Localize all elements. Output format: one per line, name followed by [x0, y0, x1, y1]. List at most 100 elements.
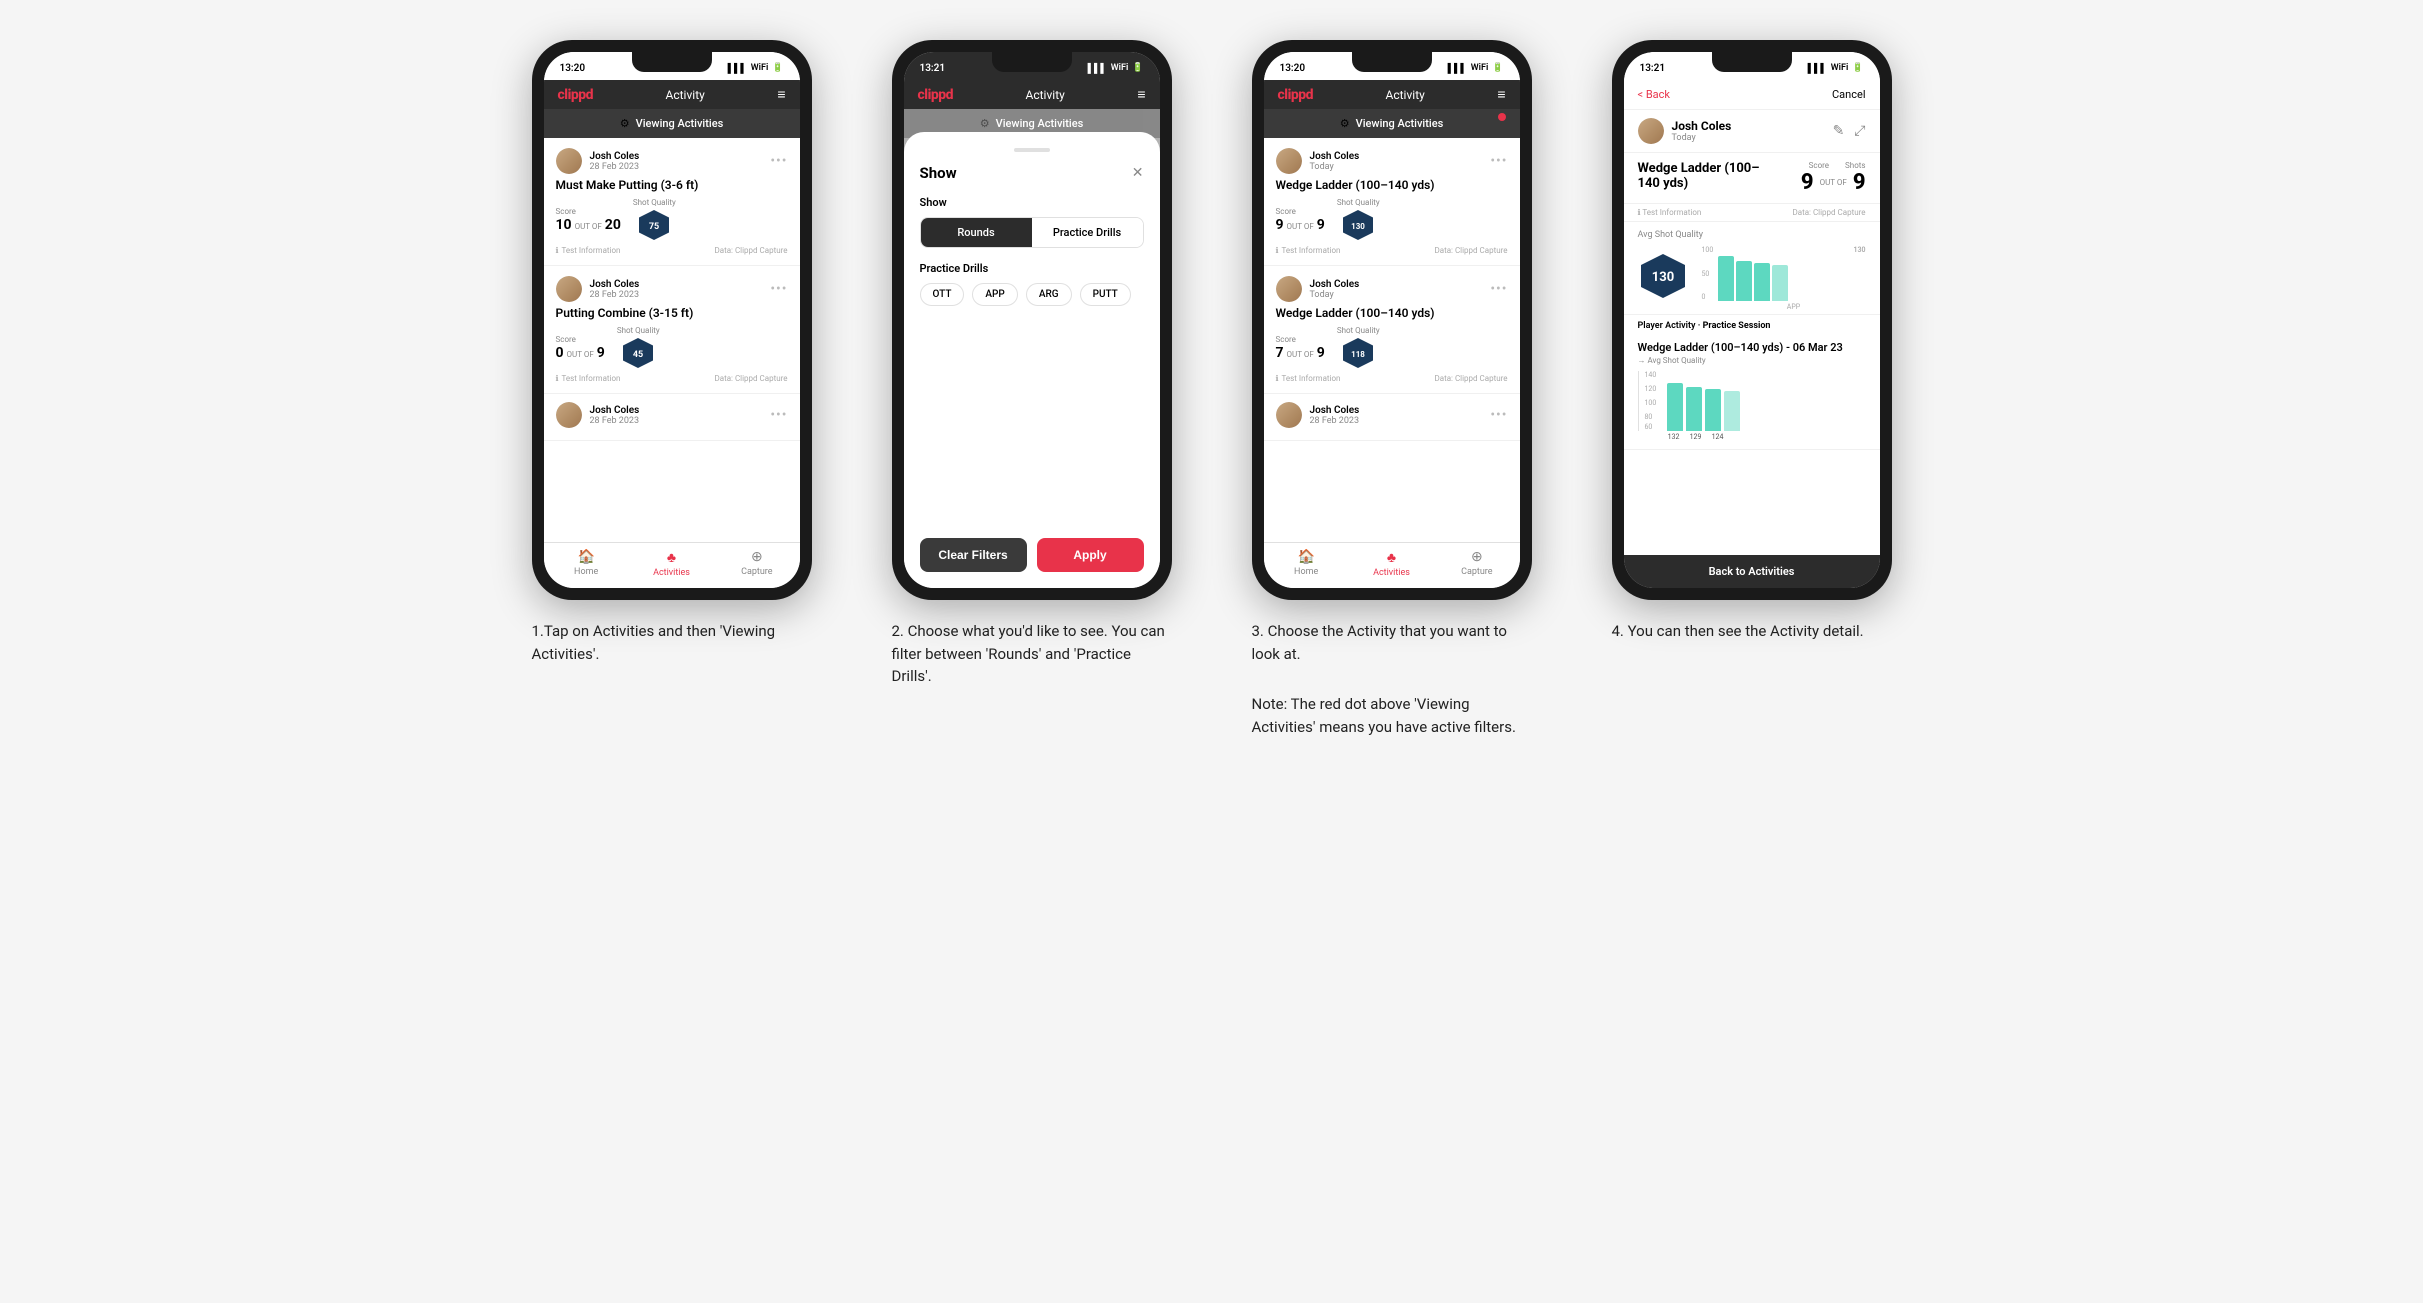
phone-frame-3: 13:20 ▌▌▌ WiFi 🔋 clippd Activity ≡ ⚙: [1252, 40, 1532, 600]
detail-outof-4: OUT OF: [1820, 178, 1847, 187]
big-hex-text-4: 130: [1651, 270, 1673, 285]
nav-home-1[interactable]: 🏠 Home: [544, 549, 629, 578]
nav-capture-1[interactable]: ⊕ Capture: [714, 549, 799, 578]
cancel-button-4[interactable]: Cancel: [1832, 88, 1865, 101]
activity-card-3a[interactable]: Josh Coles Today ••• Wedge Ladder (100–1…: [1264, 138, 1520, 266]
outof-1b: OUT OF: [567, 350, 594, 359]
detail-score-values-4: 9 OUT OF 9: [1801, 170, 1866, 195]
menu-icon-3[interactable]: ≡: [1497, 86, 1505, 103]
detail-info-row-4: ℹ Test Information Data: Clippd Capture: [1624, 204, 1880, 222]
score-group-3b: Score 7 OUT OF 9: [1276, 335, 1325, 361]
chart-x-label-4: APP: [1702, 303, 1866, 311]
nav-activities-1[interactable]: ♣ Activities: [629, 549, 714, 578]
mini-bar-1: [1667, 383, 1683, 431]
detail-header-4: < Back Cancel: [1624, 80, 1880, 110]
banner-text-2: Viewing Activities: [996, 117, 1084, 130]
avg-sq-row-4: 130 100 50 0: [1638, 246, 1866, 306]
apply-filter-button[interactable]: Apply: [1037, 538, 1144, 572]
score-val-group-3b: 7 OUT OF 9: [1276, 345, 1325, 361]
back-to-activities-button[interactable]: Back to Activities: [1624, 555, 1880, 588]
red-dot-3: [1498, 113, 1506, 121]
activity-card-3b[interactable]: Josh Coles Today ••• Wedge Ladder (100–1…: [1264, 266, 1520, 394]
activity-card-1[interactable]: Josh Coles 28 Feb 2023 ••• Must Make Put…: [544, 138, 800, 266]
header-title-2: Activity: [1026, 88, 1065, 102]
stats-row-3b: Score 7 OUT OF 9 Shot Quality 118: [1276, 326, 1508, 370]
footer-data-3a: Data: Clippd Capture: [1434, 246, 1507, 255]
activity-title-1b: Putting Combine (3-15 ft): [556, 306, 788, 320]
bottom-nav-1: 🏠 Home ♣ Activities ⊕ Capture: [544, 542, 800, 588]
bottom-nav-3: 🏠 Home ♣ Activities ⊕ Capture: [1264, 542, 1520, 588]
user-name-date-1b: Josh Coles 28 Feb 2023: [590, 279, 640, 300]
expand-icon-4[interactable]: ⤢: [1854, 123, 1865, 139]
chip-ott[interactable]: OTT: [920, 283, 965, 306]
score-col-label-4: Score: [1809, 161, 1829, 170]
clear-filters-button[interactable]: Clear Filters: [920, 538, 1027, 572]
battery-icon-3: 🔋: [1492, 63, 1503, 73]
avatar-4: [1638, 118, 1664, 144]
user-name-date-3c: Josh Coles 28 Feb 2023: [1310, 405, 1360, 426]
more-dots-3c[interactable]: •••: [1490, 407, 1507, 423]
step-3-caption-a: 3. Choose the Activity that you want to …: [1252, 620, 1532, 665]
chart-bars-4: 100 50 0 130: [1702, 246, 1866, 301]
menu-icon-2[interactable]: ≡: [1137, 86, 1145, 103]
close-filter-button[interactable]: ✕: [1132, 165, 1144, 181]
nav-activities-3[interactable]: ♣ Activities: [1349, 549, 1434, 578]
score-label-3a: Score: [1276, 207, 1325, 216]
bar-2: [1736, 261, 1752, 301]
hex-text-3a: 130: [1351, 222, 1365, 231]
detail-user-sub-4: Today: [1672, 133, 1825, 143]
back-button-4[interactable]: < Back: [1638, 88, 1671, 101]
avatar-1a: [556, 148, 582, 174]
chip-putt[interactable]: PUTT: [1080, 283, 1131, 306]
phone-screen-4: 13:21 ▌▌▌ WiFi 🔋 < Back Cancel Jo: [1624, 52, 1880, 588]
shots-val-3b: 9: [1317, 345, 1325, 361]
footer-info-3b: ℹ Test Information: [1276, 374, 1341, 383]
practice-drills-toggle[interactable]: Practice Drills: [1032, 218, 1143, 247]
drill-section-4: Wedge Ladder (100–140 yds) - 06 Mar 23 →…: [1624, 333, 1880, 450]
nav-home-3[interactable]: 🏠 Home: [1264, 549, 1349, 578]
outof-1a: OUT OF: [575, 222, 602, 231]
more-dots-3a[interactable]: •••: [1490, 153, 1507, 169]
avg-sq-section-4: Avg Shot Quality 130 100 50 0: [1624, 222, 1880, 315]
outof-3b: OUT OF: [1287, 350, 1314, 359]
menu-icon-1[interactable]: ≡: [777, 86, 785, 103]
hex-svg-1b: 45: [621, 336, 655, 370]
nav-activities-label-1: Activities: [653, 568, 690, 578]
y-axis-100: 100: [1702, 246, 1714, 254]
viewing-banner-1[interactable]: ⚙ Viewing Activities: [544, 109, 800, 138]
card-footer-1a: ℹ Test Information Data: Clippd Capture: [556, 246, 788, 255]
user-name-date-1a: Josh Coles 28 Feb 2023: [590, 151, 640, 172]
capture-icon-1: ⊕: [751, 549, 763, 565]
user-name-date-1c: Josh Coles 28 Feb 2023: [590, 405, 640, 426]
battery-icon-2: 🔋: [1132, 63, 1143, 73]
detail-score-area-4: Score Shots 9 OUT OF 9: [1801, 161, 1866, 195]
more-dots-1b[interactable]: •••: [770, 281, 787, 297]
user-name-3c: Josh Coles: [1310, 405, 1360, 416]
bar-label-124: 124: [1710, 433, 1726, 441]
nav-activities-label-3: Activities: [1373, 568, 1410, 578]
nav-capture-3[interactable]: ⊕ Capture: [1434, 549, 1519, 578]
activity-card-3[interactable]: Josh Coles 28 Feb 2023 •••: [544, 394, 800, 441]
chip-arg[interactable]: ARG: [1026, 283, 1072, 306]
status-icons-2: ▌▌▌ WiFi 🔋: [1088, 63, 1144, 74]
more-dots-1c[interactable]: •••: [770, 407, 787, 423]
app-header-1: clippd Activity ≡: [544, 80, 800, 109]
bar-3: [1754, 263, 1770, 301]
more-dots-1a[interactable]: •••: [770, 153, 787, 169]
chip-app[interactable]: APP: [972, 283, 1017, 306]
viewing-banner-3[interactable]: ⚙ Viewing Activities: [1264, 109, 1520, 138]
user-info-3c: Josh Coles 28 Feb 2023: [1276, 402, 1360, 428]
rounds-toggle[interactable]: Rounds: [921, 218, 1032, 247]
user-name-date-3b: Josh Coles Today: [1310, 279, 1360, 300]
more-dots-3b[interactable]: •••: [1490, 281, 1507, 297]
footer-data-1a: Data: Clippd Capture: [714, 246, 787, 255]
user-info-3b: Josh Coles Today: [1276, 276, 1360, 302]
avatar-3c: [1276, 402, 1302, 428]
status-icons-3: ▌▌▌ WiFi 🔋: [1448, 63, 1504, 74]
activity-card-2[interactable]: Josh Coles 28 Feb 2023 ••• Putting Combi…: [544, 266, 800, 394]
detail-user-name-4: Josh Coles: [1672, 119, 1825, 133]
edit-icon-4[interactable]: ✎: [1833, 123, 1845, 139]
user-name-1b: Josh Coles: [590, 279, 640, 290]
user-name-3a: Josh Coles: [1310, 151, 1360, 162]
activity-card-3c[interactable]: Josh Coles 28 Feb 2023 •••: [1264, 394, 1520, 441]
